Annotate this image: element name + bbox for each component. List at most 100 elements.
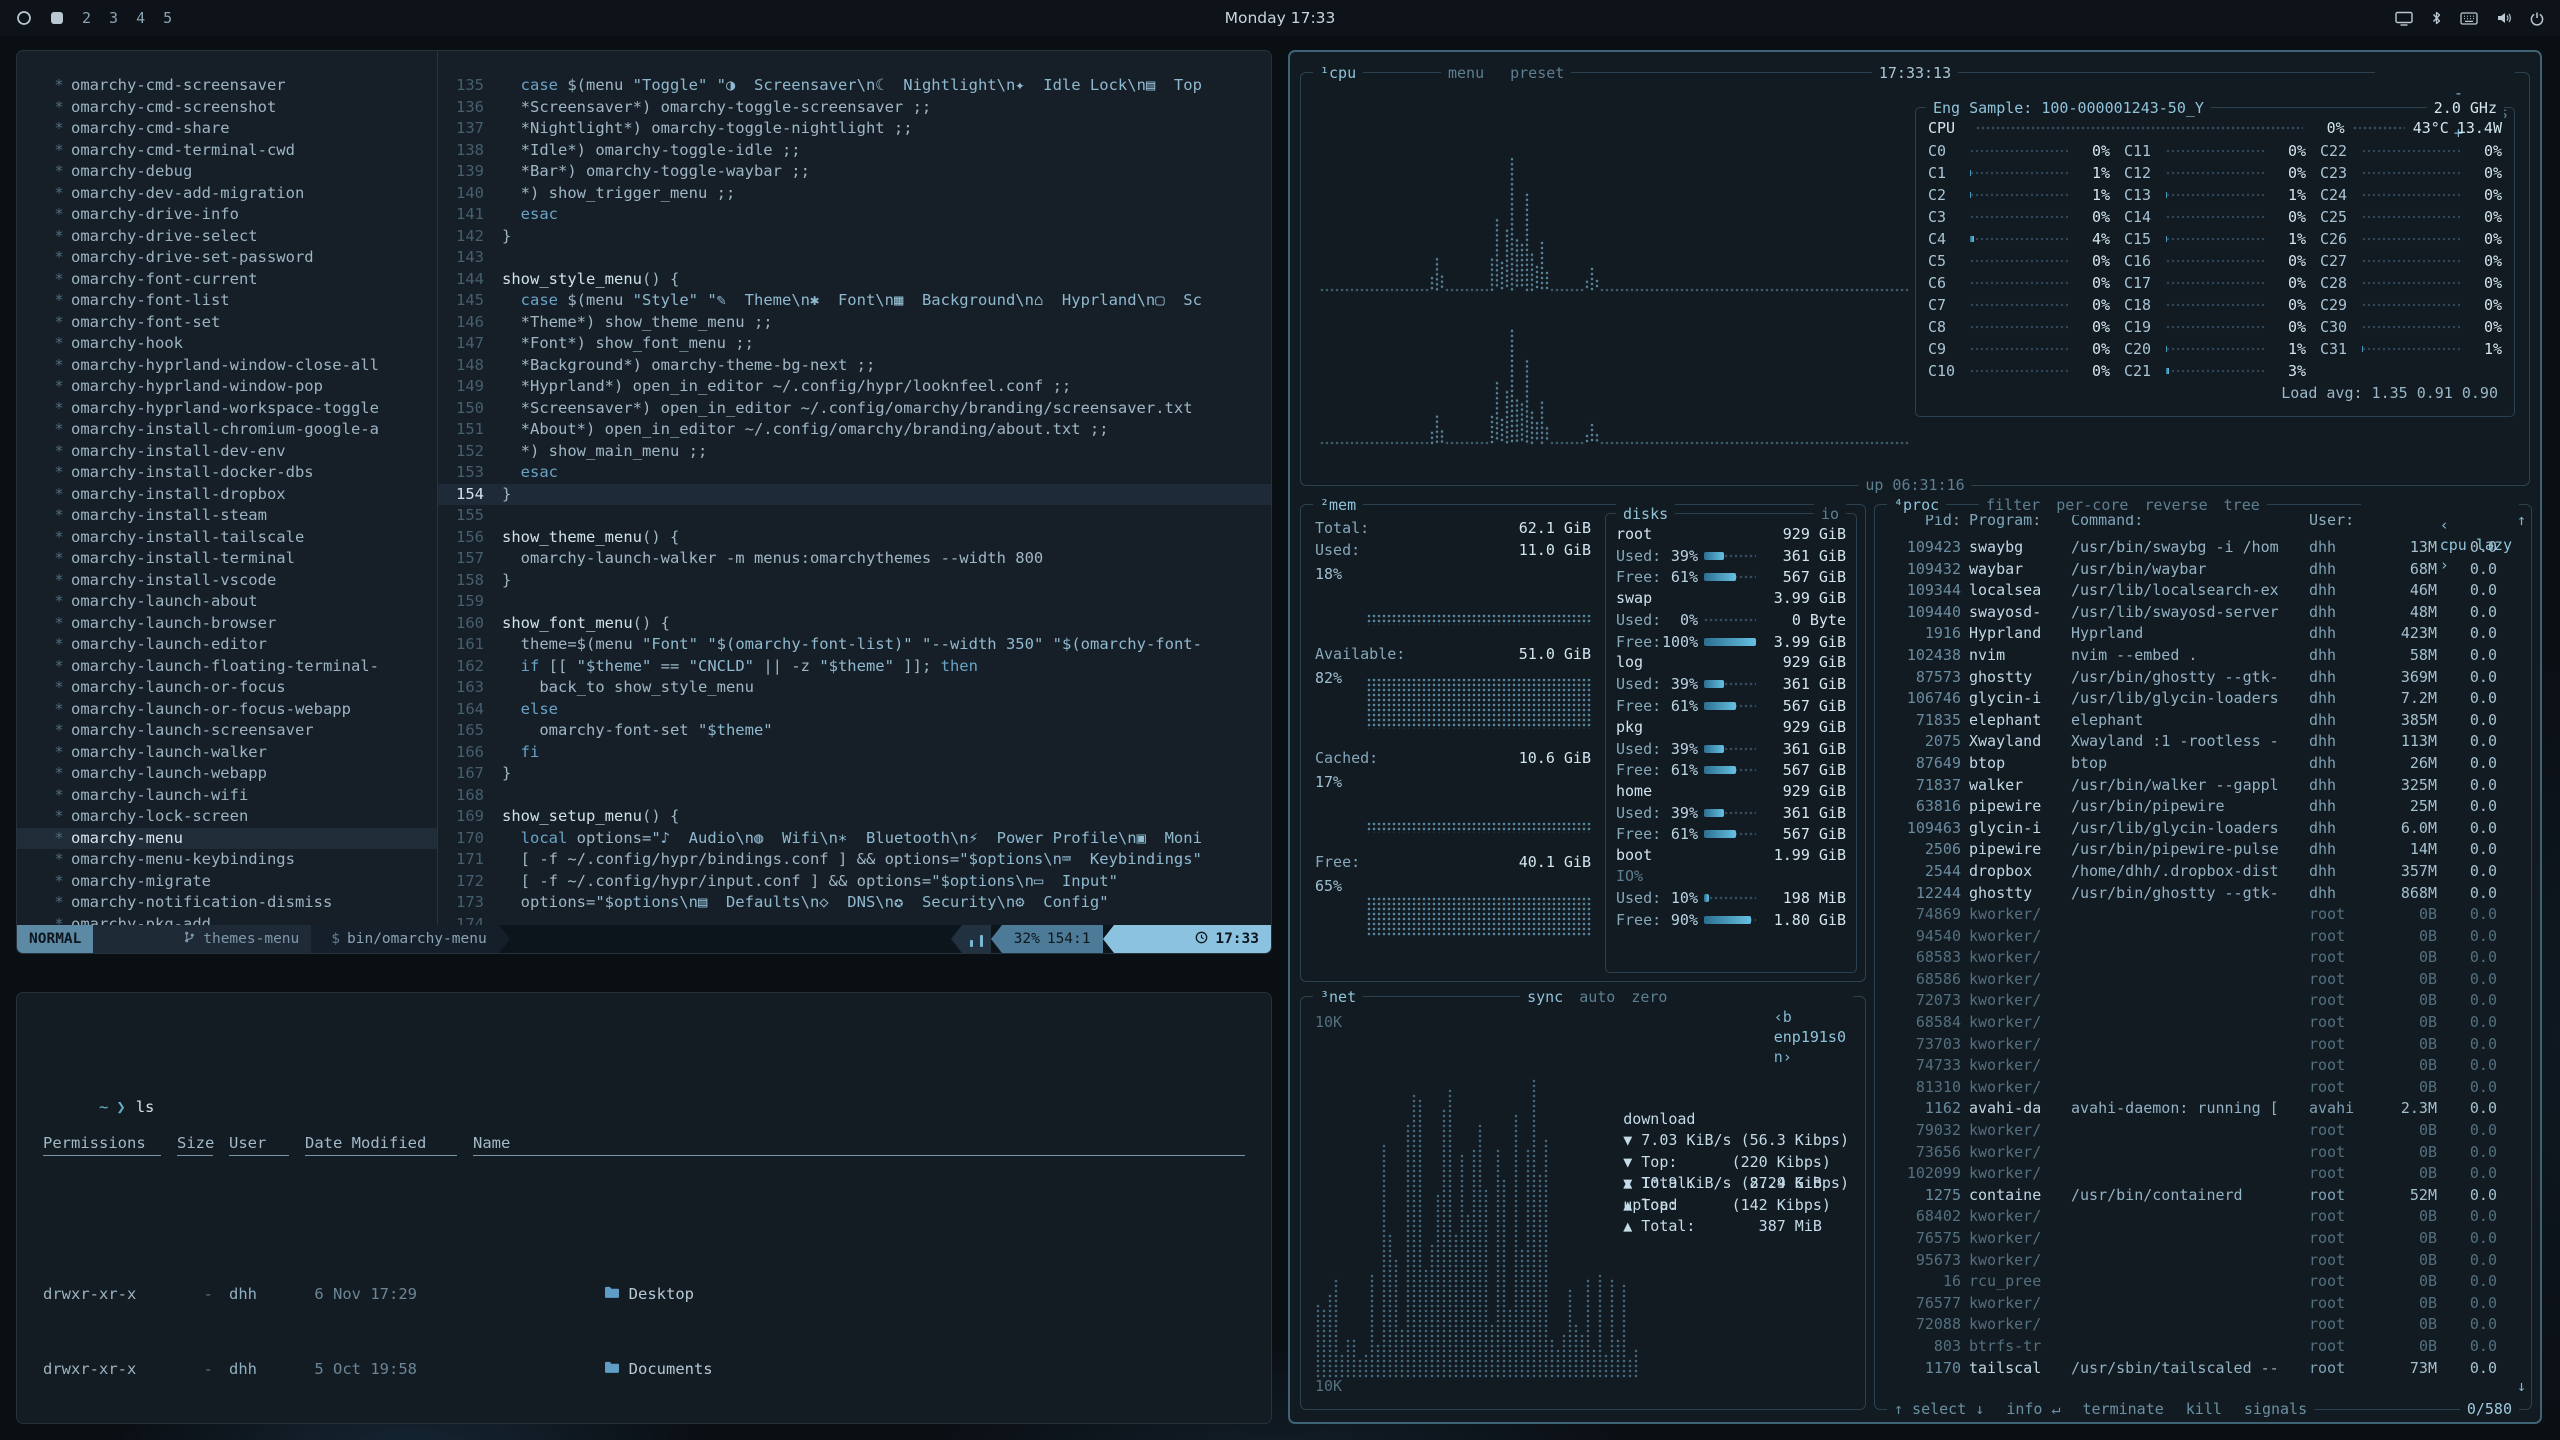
key-hint[interactable]: terminate [2083, 1399, 2164, 1419]
code-line[interactable]: 153 esac [438, 462, 1271, 484]
code-line[interactable]: 141 esac [438, 204, 1271, 226]
key-hint[interactable]: info ↵ [2006, 1399, 2060, 1419]
file-list-item[interactable]: * omarchy-install-terminal [17, 548, 437, 570]
cpu-menu-tab[interactable]: menu [1448, 63, 1484, 83]
file-list-item[interactable]: * omarchy-launch-walker [17, 742, 437, 764]
file-list-item[interactable]: * omarchy-hyprland-window-close-all [17, 355, 437, 377]
process-row[interactable]: 63816 pipewire /usr/bin/pipewire dhh 25M… [1885, 796, 2521, 818]
file-list-item[interactable]: * omarchy-hyprland-window-pop [17, 376, 437, 398]
process-row[interactable]: 109440 swayosd- /usr/lib/swayosd-server … [1885, 602, 2521, 624]
process-row[interactable]: 68586 kworker/ root 0B 0.0 [1885, 969, 2521, 991]
proc-option[interactable]: filter [1986, 495, 2040, 515]
code-line[interactable]: 161 theme=$(menu "Font" "$(omarchy-font-… [438, 634, 1271, 656]
file-list-item[interactable]: * omarchy-drive-info [17, 204, 437, 226]
code-line[interactable]: 149 *Hyprland*) open_in_editor ~/.config… [438, 376, 1271, 398]
process-row[interactable]: 12244 ghostty /usr/bin/ghostty --gtk- dh… [1885, 883, 2521, 905]
file-list-item[interactable]: * omarchy-install-vscode [17, 570, 437, 592]
code-line[interactable]: 173 options="$options\n▤ Defaults\n◇ DNS… [438, 892, 1271, 914]
logo-icon[interactable] [16, 10, 32, 26]
proc-option[interactable]: tree [2224, 495, 2260, 515]
code-line[interactable]: 144 show_style_menu() { [438, 269, 1271, 291]
file-list-item[interactable]: * omarchy-launch-browser [17, 613, 437, 635]
file-list-item[interactable]: * omarchy-launch-screensaver [17, 720, 437, 742]
process-row[interactable]: 1275 containe /usr/bin/containerd root 5… [1885, 1185, 2521, 1207]
power-icon[interactable] [2530, 11, 2544, 26]
code-line[interactable]: 151 *About*) open_in_editor ~/.config/om… [438, 419, 1271, 441]
file-list-item[interactable]: * omarchy-hyprland-workspace-toggle [17, 398, 437, 420]
code-line[interactable]: 172 [ -f ~/.config/hypr/input.conf ] && … [438, 871, 1271, 893]
scroll-up-icon[interactable]: ↑ [2517, 511, 2526, 529]
scroll-down-icon[interactable]: ↓ [2517, 1377, 2526, 1395]
proc-option[interactable]: per-core [2056, 495, 2128, 515]
file-list-item[interactable]: * omarchy-font-current [17, 269, 437, 291]
file-list-item[interactable]: * omarchy-drive-select [17, 226, 437, 248]
process-row[interactable]: 71837 walker /usr/bin/walker --gappl dhh… [1885, 775, 2521, 797]
file-list-item[interactable]: * omarchy-lock-screen [17, 806, 437, 828]
cpu-menu-tab[interactable]: preset [1510, 63, 1564, 83]
editor-window[interactable]: * omarchy-cmd-screensaver * omarchy-cmd-… [16, 50, 1272, 954]
process-row[interactable]: 102099 kworker/ root 0B 0.0 [1885, 1163, 2521, 1185]
code-line[interactable]: 158 } [438, 570, 1271, 592]
file-list-item[interactable]: * omarchy-launch-wifi [17, 785, 437, 807]
process-row[interactable]: 95673 kworker/ root 0B 0.0 [1885, 1250, 2521, 1272]
process-row[interactable]: 102438 nvim nvim --embed . dhh 58M 0.0 [1885, 645, 2521, 667]
code-line[interactable]: 162 if [[ "$theme" == "CNCLD" || -z "$th… [438, 656, 1271, 678]
file-list-item[interactable]: * omarchy-launch-about [17, 591, 437, 613]
code-line[interactable]: 170 local options="♪ Audio\n◍ Wifi\n∗ Bl… [438, 828, 1271, 850]
process-row[interactable]: 71835 elephant elephant dhh 385M 0.0 [1885, 710, 2521, 732]
process-row[interactable]: 109432 waybar /usr/bin/waybar dhh 68M 0.… [1885, 559, 2521, 581]
code-line[interactable]: 163 back_to show_style_menu [438, 677, 1271, 699]
file-list-item[interactable]: * omarchy-launch-webapp [17, 763, 437, 785]
file-list-item[interactable]: * omarchy-pkg-add [17, 914, 437, 926]
terminal-window[interactable]: ~❯ls Permissions Size User Date Modified… [16, 992, 1272, 1424]
file-list-item[interactable]: * omarchy-cmd-terminal-cwd [17, 140, 437, 162]
file-list-item[interactable]: * omarchy-font-set [17, 312, 437, 334]
code-editor[interactable]: 135 case $(menu "Toggle" "◑ Screensaver\… [438, 51, 1271, 925]
file-list-item[interactable]: * omarchy-install-steam [17, 505, 437, 527]
active-workspace-icon[interactable] [50, 11, 64, 25]
key-hint[interactable]: kill [2186, 1399, 2222, 1419]
code-line[interactable]: 135 case $(menu "Toggle" "◑ Screensaver\… [438, 75, 1271, 97]
process-row[interactable]: 87573 ghostty /usr/bin/ghostty --gtk- dh… [1885, 667, 2521, 689]
process-row[interactable]: 2544 dropbox /home/dhh/.dropbox-dist dhh… [1885, 861, 2521, 883]
file-list-item[interactable]: * omarchy-install-tailscale [17, 527, 437, 549]
file-list-item[interactable]: * omarchy-menu-keybindings [17, 849, 437, 871]
code-line[interactable]: 146 *Theme*) show_theme_menu ;; [438, 312, 1271, 334]
btop-window[interactable]: ¹cpu menupreset 17:33:13 - 2000ms + Eng … [1288, 50, 2542, 1424]
file-list-item[interactable]: * omarchy-notification-dismiss [17, 892, 437, 914]
file-list-item[interactable]: * omarchy-cmd-screensaver [17, 75, 437, 97]
process-row[interactable]: 2506 pipewire /usr/bin/pipewire-pulse dh… [1885, 839, 2521, 861]
file-list-item[interactable]: * omarchy-dev-add-migration [17, 183, 437, 205]
process-row[interactable]: 16 rcu_pree root 0B 0.0 [1885, 1271, 2521, 1293]
code-line[interactable]: 164 else [438, 699, 1271, 721]
process-row[interactable]: 74869 kworker/ root 0B 0.0 [1885, 904, 2521, 926]
code-line[interactable]: 160 show_font_menu() { [438, 613, 1271, 635]
code-line[interactable]: 152 *) show_main_menu ;; [438, 441, 1271, 463]
process-row[interactable]: 73656 kworker/ root 0B 0.0 [1885, 1142, 2521, 1164]
process-row[interactable]: 76575 kworker/ root 0B 0.0 [1885, 1228, 2521, 1250]
code-line[interactable]: 168 [438, 785, 1271, 807]
code-line[interactable]: 169 show_setup_menu() { [438, 806, 1271, 828]
file-list-item[interactable]: * omarchy-cmd-screenshot [17, 97, 437, 119]
process-row[interactable]: 1916 Hyprland Hyprland dhh 423M 0.0 [1885, 623, 2521, 645]
file-list-item[interactable]: * omarchy-font-list [17, 290, 437, 312]
process-row[interactable]: 106746 glycin-i /usr/lib/glycin-loaders … [1885, 688, 2521, 710]
process-row[interactable]: 73703 kworker/ root 0B 0.0 [1885, 1034, 2521, 1056]
process-row[interactable]: 1170 tailscal /usr/sbin/tailscaled -- ro… [1885, 1358, 2521, 1380]
file-list-item[interactable]: * omarchy-debug [17, 161, 437, 183]
code-line[interactable]: 159 [438, 591, 1271, 613]
code-line[interactable]: 167 } [438, 763, 1271, 785]
process-row[interactable]: 109344 localsea /usr/lib/localsearch-ex … [1885, 580, 2521, 602]
file-list-item[interactable]: * omarchy-launch-or-focus [17, 677, 437, 699]
process-row[interactable]: 72088 kworker/ root 0B 0.0 [1885, 1314, 2521, 1336]
file-list-item[interactable]: * omarchy-cmd-share [17, 118, 437, 140]
code-line[interactable]: 143 [438, 247, 1271, 269]
code-line[interactable]: 147 *Font*) show_font_menu ;; [438, 333, 1271, 355]
process-row[interactable]: 81310 kworker/ root 0B 0.0 [1885, 1077, 2521, 1099]
process-row[interactable]: 87649 btop btop dhh 26M 0.0 [1885, 753, 2521, 775]
volume-icon[interactable] [2496, 11, 2512, 25]
code-line[interactable]: 139 *Bar*) omarchy-toggle-waybar ;; [438, 161, 1271, 183]
code-line[interactable]: 166 fi [438, 742, 1271, 764]
workspace-number[interactable]: 2 [82, 9, 91, 27]
file-list-item[interactable]: * omarchy-install-chromium-google-a [17, 419, 437, 441]
